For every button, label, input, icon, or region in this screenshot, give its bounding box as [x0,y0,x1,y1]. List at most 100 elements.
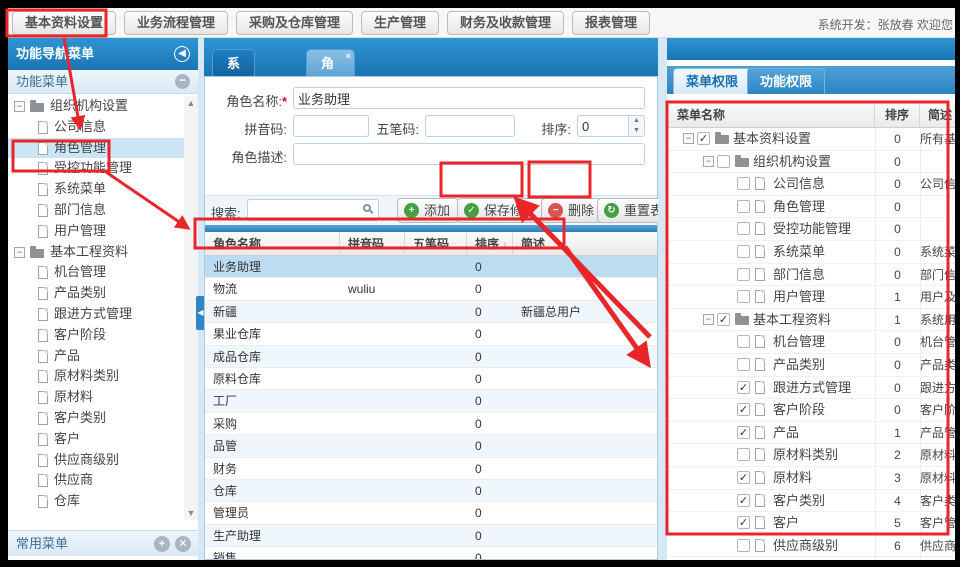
top-menu-item[interactable]: 财务及收款管理 [447,11,564,35]
sidebar-tree-item[interactable]: 跟进方式管理 [8,304,184,325]
sort-spinner-input[interactable] [577,115,629,137]
spinner-arrows[interactable]: ▲▼ [629,115,645,137]
role-desc-input[interactable] [293,143,645,165]
sidebar-tree-item[interactable]: 受控功能管理 [8,158,184,179]
sidebar-tree-item[interactable]: 客户 [8,429,184,450]
wubi-input[interactable] [425,115,515,137]
permission-row[interactable]: ✓客户类别4客户类 [667,490,955,513]
save-button[interactable]: ✓保存修改 [457,198,545,223]
sidebar-tree-item[interactable]: 仓库 [8,491,184,512]
column-header-desc[interactable]: 简述 [513,232,657,256]
checkbox-checked-icon[interactable]: ✓ [737,516,750,529]
sidebar-footer[interactable]: 常用菜单 + ✕ [8,530,198,556]
sidebar-tree-item[interactable]: 产品类别 [8,283,184,304]
permission-row[interactable]: ✓原材料3原材料 [667,467,955,490]
table-row[interactable]: 财务0 [205,458,657,480]
search-icon[interactable] [363,204,371,212]
top-menu-item[interactable]: 报表管理 [572,11,650,35]
table-row[interactable]: 物流wuliu0 [205,278,657,300]
column-header-desc[interactable]: 简述 [920,102,955,128]
column-header-name[interactable]: 角色名称 [205,232,340,256]
add-button[interactable]: +添加 [397,198,459,223]
checkbox-checked-icon[interactable]: ✓ [717,313,730,326]
checkbox-checked-icon[interactable]: ✓ [697,132,710,145]
table-row[interactable]: 仓库0 [205,480,657,502]
expander-minus-icon[interactable]: − [703,156,714,167]
delete-button[interactable]: −删除 [541,198,603,223]
sidebar-tree-item[interactable]: 部门信息 [8,200,184,221]
permission-row[interactable]: 部门信息0部门信 [667,264,955,287]
checkbox-checked-icon[interactable]: ✓ [737,494,750,507]
table-row[interactable]: 果业仓库0 [205,323,657,345]
column-header-wubi[interactable]: 五笔码 [405,232,467,256]
sidebar-tree-item[interactable]: 公司信息 [8,117,184,138]
sidebar-tree-item[interactable]: 角色管理 [8,138,184,159]
sidebar-tree-item[interactable]: 机台管理 [8,262,184,283]
scroll-up-icon[interactable]: ▲ [184,96,198,110]
permission-row[interactable]: −✓基本工程资料1系统用 [667,309,955,332]
expander-minus-icon[interactable]: − [14,247,25,258]
collapse-left-icon[interactable]: ◀ [174,46,190,62]
permission-row[interactable]: 用户管理1用户及 [667,286,955,309]
expander-minus-icon[interactable]: − [683,133,694,144]
right-splitter[interactable] [658,38,667,560]
checkbox-checked-icon[interactable]: ✓ [737,403,750,416]
top-menu-item[interactable]: 采购及仓库管理 [236,11,353,35]
table-row[interactable]: 销售0 [205,547,657,559]
table-row[interactable]: 原料仓库0 [205,368,657,390]
sidebar-section-header[interactable]: 功能菜单 − [8,70,198,94]
checkbox-checked-icon[interactable]: ✓ [737,426,750,439]
table-row[interactable]: 采购0 [205,413,657,435]
sidebar-tree-item[interactable]: 原材料 [8,387,184,408]
checkbox-unchecked-icon[interactable] [737,448,750,461]
scroll-down-icon[interactable]: ▼ [184,506,198,520]
sidebar-tree-item[interactable]: 客户阶段 [8,325,184,346]
close-tab-icon[interactable]: × [346,52,351,61]
table-row[interactable]: 品管0 [205,435,657,457]
column-header-sort[interactable]: 排序 ↓ [467,232,513,256]
permission-row[interactable]: ✓产品1产品管 [667,422,955,445]
checkbox-unchecked-icon[interactable] [717,155,730,168]
permission-row[interactable]: 受控功能管理0 [667,218,955,241]
checkbox-unchecked-icon[interactable] [737,200,750,213]
expander-minus-icon[interactable]: − [14,101,25,112]
permission-row[interactable]: −✓基本资料设置0所有基 [667,128,955,151]
sidebar-tree-item[interactable]: 客户类别 [8,408,184,429]
table-row[interactable]: 生产助理0 [205,525,657,547]
checkbox-unchecked-icon[interactable] [737,245,750,258]
sidebar-tree-item[interactable]: 原材料类别 [8,366,184,387]
checkbox-unchecked-icon[interactable] [737,358,750,371]
sidebar-tree-item[interactable]: 系统菜单 [8,179,184,200]
collapse-section-icon[interactable]: − [175,74,190,89]
column-header-pinyin[interactable]: 拼音码 [340,232,405,256]
expander-minus-icon[interactable]: − [703,314,714,325]
top-menu-item[interactable]: 生产管理 [361,11,439,35]
column-header-sort[interactable]: 排序 [875,102,920,128]
permission-row[interactable]: 产品类别0产品类 [667,354,955,377]
column-header-menu-name[interactable]: 菜单名称 [667,102,875,128]
tab-menu-permission[interactable]: 菜单权限 [673,68,751,94]
checkbox-unchecked-icon[interactable] [737,539,750,552]
table-row[interactable]: 工厂0 [205,390,657,412]
permission-row[interactable]: 原材料类别2原材料 [667,444,955,467]
role-name-input[interactable] [293,87,645,109]
permission-row[interactable]: 机台管理0机台管 [667,331,955,354]
tab-function-permission[interactable]: 功能权限 [747,68,825,94]
remove-favorite-icon[interactable]: ✕ [175,536,191,552]
permission-row[interactable]: 系统菜单0系统菜 [667,241,955,264]
checkbox-unchecked-icon[interactable] [737,177,750,190]
add-favorite-icon[interactable]: + [154,536,170,552]
table-row[interactable]: 新疆0新疆总用户 [205,301,657,323]
top-menu-item[interactable]: 业务流程管理 [124,11,228,35]
permission-row[interactable]: −组织机构设置0 [667,151,955,174]
permission-row[interactable]: ✓跟进方式管理0跟进方 [667,377,955,400]
permission-row[interactable]: 供应商 [667,557,955,560]
sidebar-tree-item[interactable]: −组织机构设置 [8,96,184,117]
checkbox-unchecked-icon[interactable] [737,290,750,303]
top-menu-item[interactable]: 基本资料设置 [12,11,116,35]
checkbox-unchecked-icon[interactable] [737,335,750,348]
sidebar-tree-item[interactable]: 供应商级别 [8,450,184,471]
permission-row[interactable]: 角色管理0 [667,196,955,219]
sidebar-tree-item[interactable]: 供应商 [8,470,184,491]
search-input[interactable] [247,199,379,221]
